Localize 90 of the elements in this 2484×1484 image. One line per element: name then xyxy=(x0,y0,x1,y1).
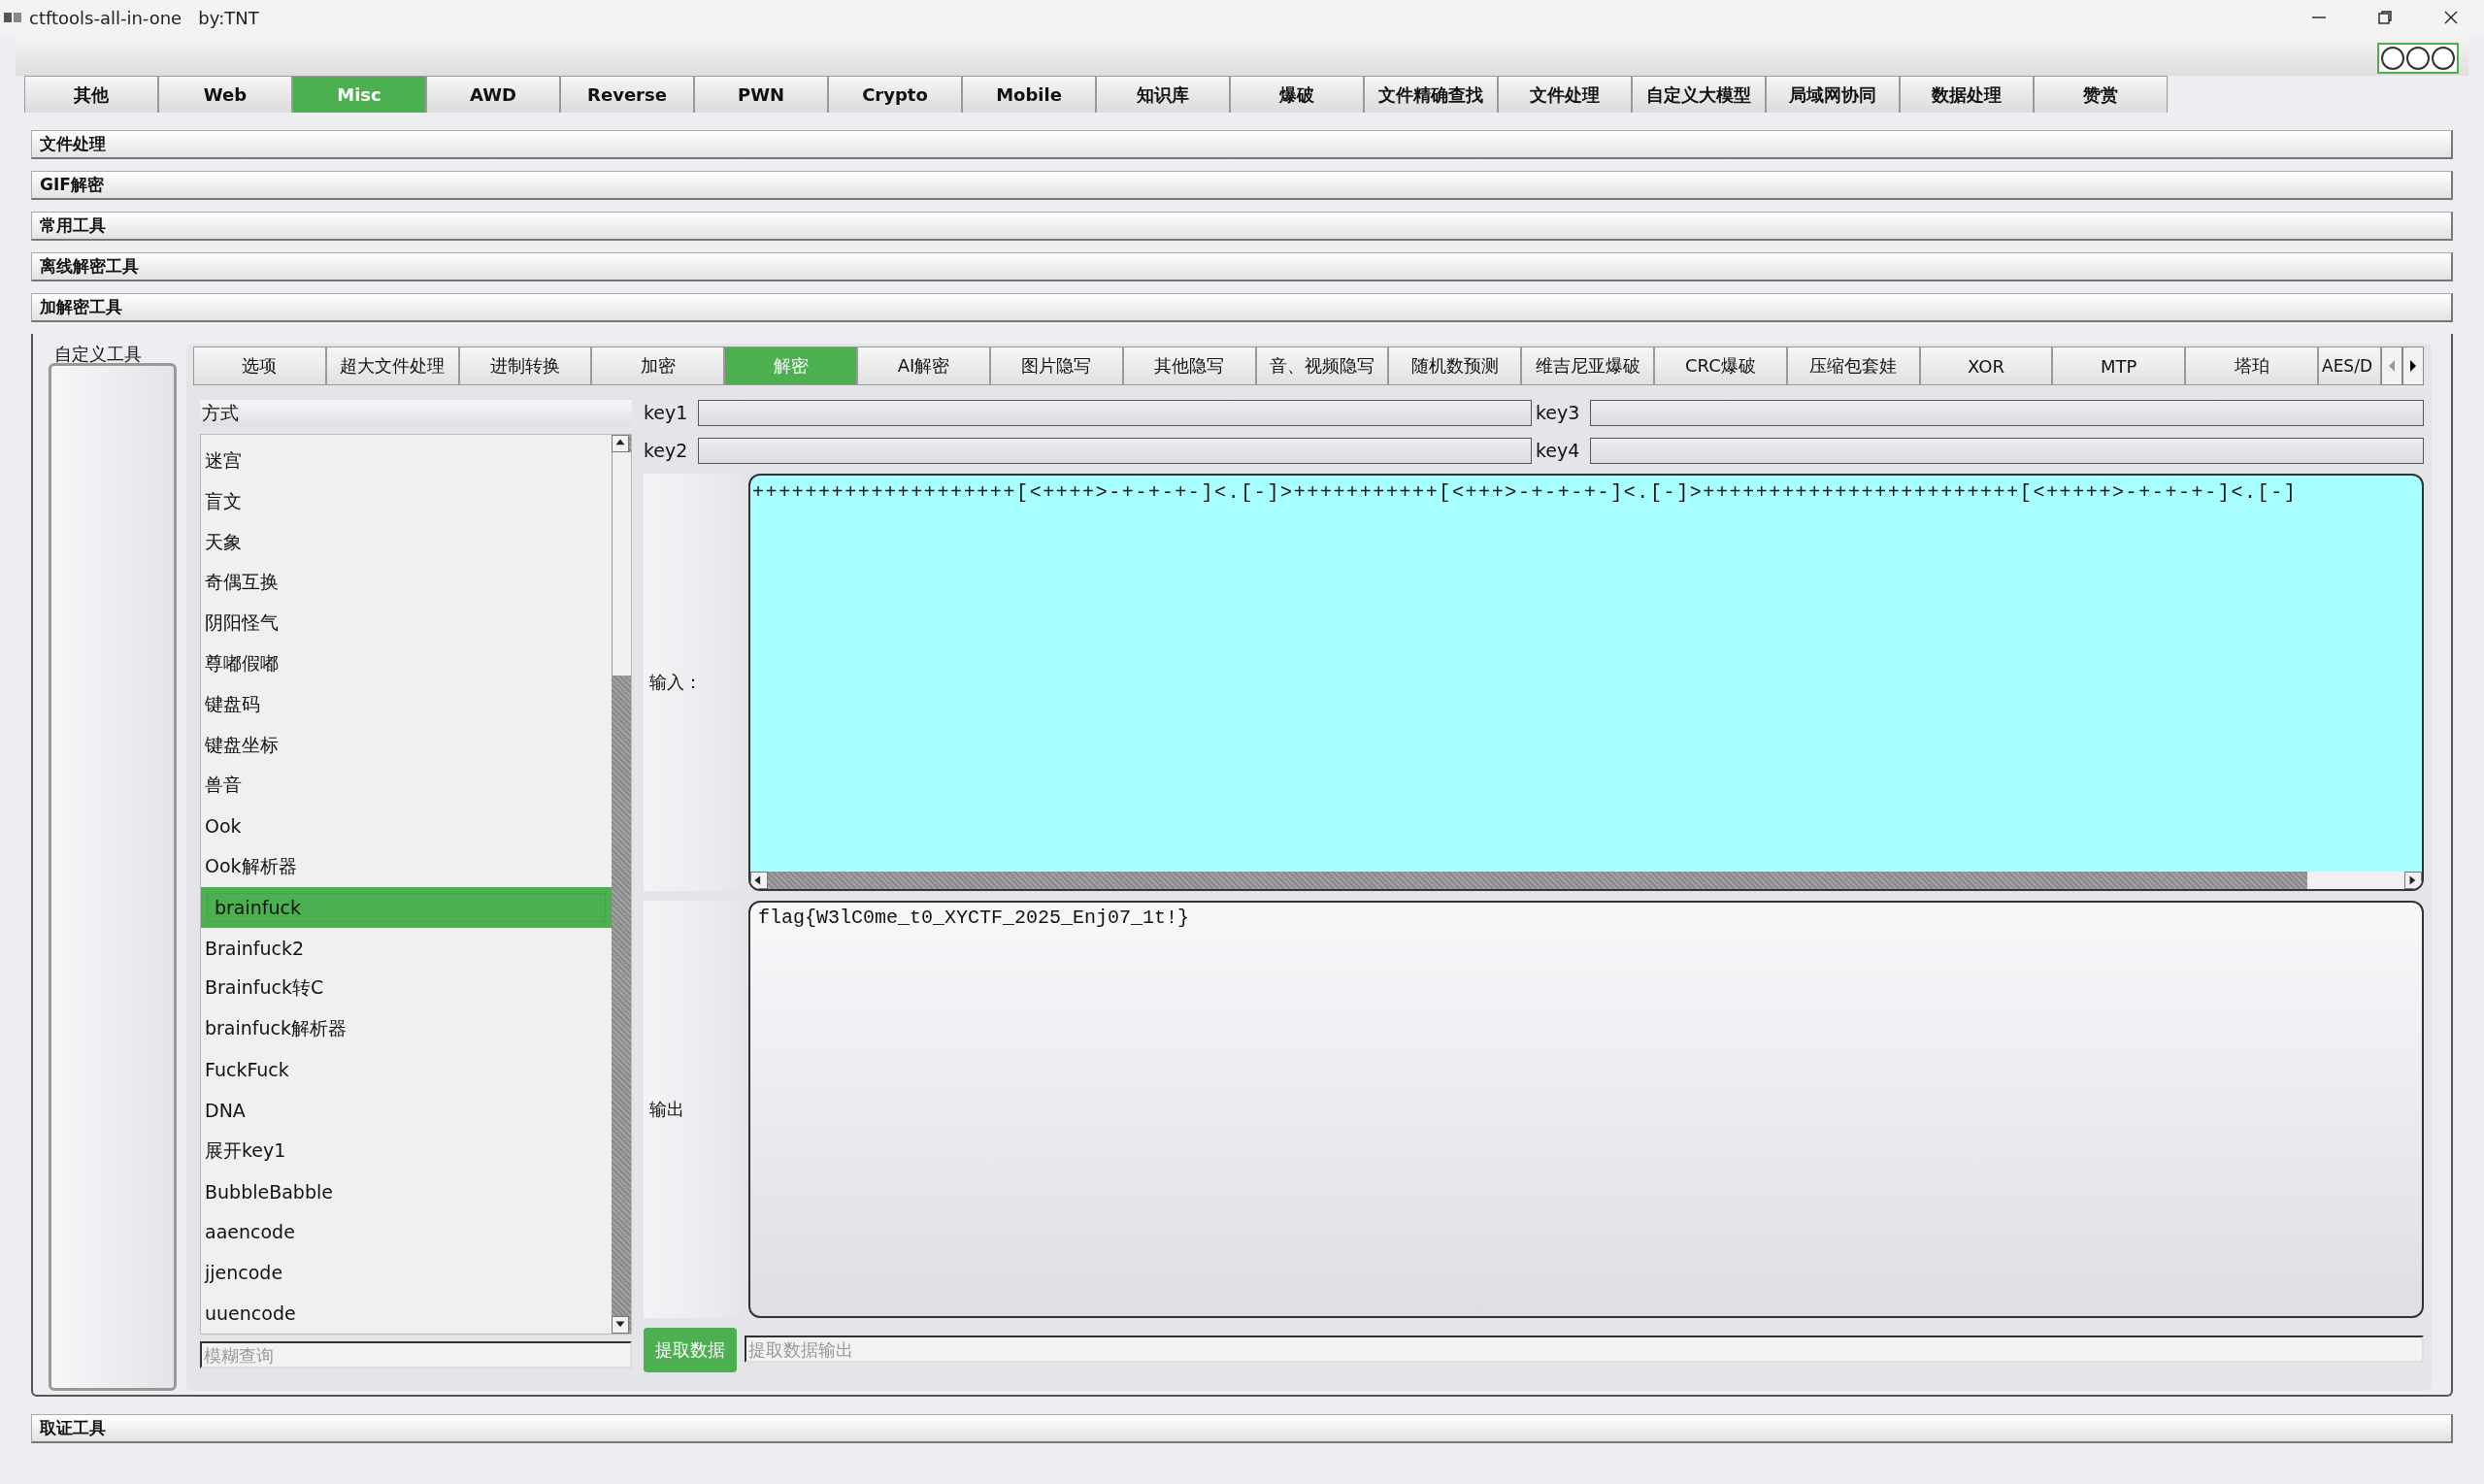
output-area[interactable]: flag{W3lC0me_t0_XYCTF_2025_Enj07_1t!} xyxy=(748,901,2424,1318)
sub-tab[interactable]: 压缩包套娃 xyxy=(1786,346,1920,385)
restore-icon xyxy=(2377,10,2393,25)
output-label: 输出 xyxy=(644,901,741,1318)
minimize-icon xyxy=(2312,16,2326,18)
sub-tab[interactable]: 维吉尼亚爆破 xyxy=(1521,346,1654,385)
method-item[interactable]: jjencode xyxy=(201,1252,612,1294)
key-label: key3 xyxy=(1536,401,1581,425)
main-tab[interactable]: Web xyxy=(158,76,292,113)
key-label: key2 xyxy=(644,439,689,463)
main-tab[interactable]: 知识库 xyxy=(1096,76,1230,113)
main-tab[interactable]: 其他 xyxy=(24,76,158,113)
scrollbar-thumb[interactable] xyxy=(2307,872,2404,889)
right-triangle-icon xyxy=(2408,358,2419,374)
method-item[interactable]: DNA xyxy=(201,1090,612,1131)
main-tab[interactable]: Reverse xyxy=(560,76,694,113)
sub-tab[interactable]: 进制转换 xyxy=(458,346,592,385)
output-text: flag{W3lC0me_t0_XYCTF_2025_Enj07_1t!} xyxy=(757,906,1190,929)
method-item[interactable]: uuencode xyxy=(201,1293,612,1334)
extract-output-field[interactable]: 提取数据输出 xyxy=(745,1336,2424,1363)
section-header[interactable]: 加解密工具 xyxy=(31,293,2453,322)
key-label: key4 xyxy=(1536,439,1581,463)
vertical-scrollbar[interactable] xyxy=(612,435,631,1334)
sub-tab[interactable]: MTP xyxy=(2052,346,2186,385)
method-item[interactable]: Ook xyxy=(201,806,612,847)
key-field[interactable] xyxy=(1590,400,2424,426)
sub-tab[interactable]: 塔珀 xyxy=(2185,346,2318,385)
main-tab[interactable]: 文件处理 xyxy=(1498,76,1632,113)
section-header[interactable]: GIF解密 xyxy=(31,171,2453,200)
method-item[interactable]: 尊嘟假嘟 xyxy=(201,643,612,684)
search-field[interactable]: 模糊查询 xyxy=(200,1341,632,1369)
method-item[interactable]: 盲文 xyxy=(201,480,612,522)
sub-tab[interactable]: XOR xyxy=(1919,346,2053,385)
sub-tab[interactable]: 随机数预测 xyxy=(1388,346,1522,385)
method-item[interactable]: 键盘坐标 xyxy=(201,724,612,766)
method-item[interactable]: 迷宫 xyxy=(201,441,612,481)
input-area[interactable]: ++++++++++++++++++++[<++++>-+-+-+-]<.[-]>+++++++++++[<+++>-+-+-+-]<.[-]>++++++++++++++++++++++++[<+++++>-+-+-+-]<.[-] xyxy=(748,474,2424,891)
left-triangle-icon xyxy=(2387,358,2398,374)
input-label: 输入： xyxy=(644,474,741,891)
main-tab[interactable]: 爆破 xyxy=(1230,76,1364,113)
method-item[interactable]: brainfuck解析器 xyxy=(201,1008,612,1050)
method-item[interactable]: aaencode xyxy=(201,1211,612,1253)
sub-tab[interactable]: AES/D xyxy=(2318,346,2382,385)
method-item[interactable]: 天象 xyxy=(201,521,612,563)
panel-tab-label[interactable]: 自定义工具 xyxy=(49,344,177,365)
method-item[interactable]: BubbleBabble xyxy=(201,1171,612,1212)
tab-scroll-right-button[interactable] xyxy=(2402,346,2425,385)
section-header[interactable]: 取证工具 xyxy=(31,1414,2453,1443)
method-item[interactable]: brainfuck xyxy=(201,886,612,928)
method-item[interactable]: 兽音 xyxy=(201,765,612,807)
section-header[interactable]: 常用工具 xyxy=(31,212,2453,241)
sub-tab[interactable]: 超大文件处理 xyxy=(325,346,459,385)
main-tab[interactable]: Mobile xyxy=(962,76,1096,113)
main-tab[interactable]: 文件精确查找 xyxy=(1364,76,1498,113)
sub-tab[interactable]: CRC爆破 xyxy=(1653,346,1787,385)
input-text: ++++++++++++++++++++[<++++>-+-+-+-]<.[-]>+++++++++++[<+++>-+-+-+-]<.[-]>++++++++++++++++++++++++[<+++++>-+-+-+-]<.[-] xyxy=(751,480,2299,506)
method-item[interactable]: 展开key1 xyxy=(201,1130,612,1171)
method-item[interactable]: Brainfuck2 xyxy=(201,927,612,969)
main-tab[interactable]: 数据处理 xyxy=(1900,76,2034,113)
method-item[interactable]: FuckFuck xyxy=(201,1049,612,1090)
section-header[interactable]: 离线解密工具 xyxy=(31,252,2453,281)
section-header[interactable]: 文件处理 xyxy=(31,130,2453,159)
main-tab[interactable]: PWN xyxy=(694,76,828,113)
method-item[interactable]: 阴阳怪气 xyxy=(201,603,612,644)
horizontal-scrollbar[interactable] xyxy=(750,872,2422,889)
sub-tab[interactable]: AI解密 xyxy=(857,346,990,385)
method-item[interactable]: Brainfuck转C xyxy=(201,968,612,1009)
list-header: 方式 xyxy=(200,400,632,426)
window-title: ctftools-all-in-one by:TNT xyxy=(29,7,259,28)
method-item[interactable]: 奇偶互换 xyxy=(201,562,612,604)
main-tab[interactable]: 赞赏 xyxy=(2034,76,2168,113)
method-item[interactable]: Ook解析器 xyxy=(201,846,612,887)
key-field[interactable] xyxy=(1590,438,2424,464)
main-tab[interactable]: 自定义大模型 xyxy=(1632,76,1766,113)
main-tab[interactable]: Crypto xyxy=(828,76,962,113)
main-tab[interactable]: AWD xyxy=(426,76,560,113)
sub-tab[interactable]: 选项 xyxy=(193,346,326,385)
main-tab[interactable]: 局域网协同 xyxy=(1766,76,1900,113)
key-field[interactable] xyxy=(698,438,1532,464)
sub-tab[interactable]: 音、视频隐写 xyxy=(1255,346,1389,385)
close-icon xyxy=(2443,10,2459,25)
scrollbar-thumb[interactable] xyxy=(612,452,631,676)
app-icon xyxy=(4,12,21,23)
circles-icon[interactable] xyxy=(2377,43,2459,74)
sub-tab[interactable]: 加密 xyxy=(591,346,725,385)
key-label: key1 xyxy=(644,401,689,425)
sub-tab[interactable]: 其他隐写 xyxy=(1122,346,1256,385)
key-field[interactable] xyxy=(698,400,1532,426)
sub-tab[interactable]: 图片隐写 xyxy=(989,346,1123,385)
method-item[interactable]: 键盘码 xyxy=(201,683,612,725)
